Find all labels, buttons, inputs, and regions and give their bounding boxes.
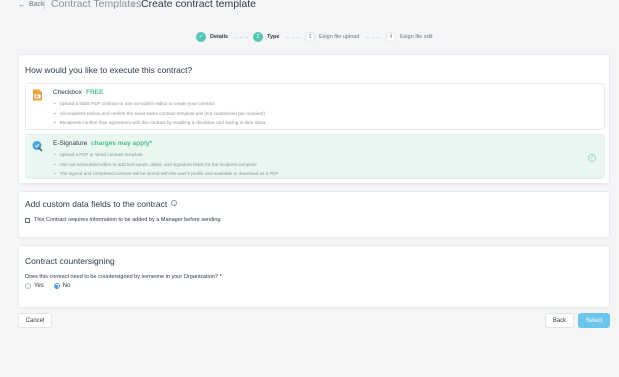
custom-fields-title: Add custom data fields to the contract <box>25 199 168 209</box>
breadcrumb-parent[interactable]: Contract Templates <box>51 0 141 10</box>
step-details[interactable]: ✓ Details <box>196 32 228 42</box>
manager-info-checkbox-row[interactable]: This Contract requires information to be… <box>25 217 221 223</box>
step-label: Details <box>210 34 229 40</box>
back-link[interactable]: ← Back <box>18 0 45 9</box>
breadcrumb-divider <box>44 0 45 10</box>
option-price-badge: FREE <box>86 89 104 96</box>
execute-card-title: How would you like to execute this contr… <box>25 65 193 75</box>
option-esignature[interactable]: E-Signature charges may apply* Upload a … <box>25 134 605 179</box>
step-number: 4 <box>386 32 396 42</box>
back-button[interactable]: Back <box>545 313 574 328</box>
option-checkbox[interactable]: Checkbox FREE Upload a static PDF contra… <box>25 83 605 130</box>
option-price-badge: charges may apply* <box>91 140 153 147</box>
radio-no[interactable]: No <box>53 283 71 289</box>
list-item: All recipients review and confirm the ex… <box>54 109 266 119</box>
step-number: 2 <box>253 32 263 42</box>
manager-info-checkbox[interactable] <box>25 217 30 223</box>
selected-check-icon: ✓ <box>588 154 596 162</box>
option-name: Checkbox <box>53 89 82 96</box>
info-icon[interactable]: i <box>171 200 178 206</box>
page-title: Create contract template <box>141 0 256 10</box>
step-label: Esign file upload <box>319 34 360 40</box>
step-label: Esign file edit <box>400 34 433 40</box>
step-label: Type <box>267 34 280 40</box>
top-bar: ← Back Contract Templates › Create contr… <box>0 0 619 12</box>
option-name: E-Signature <box>53 140 88 147</box>
step-connector <box>234 37 248 38</box>
step-type[interactable]: 2 Type <box>253 32 279 42</box>
select-button[interactable]: Select <box>578 313 610 328</box>
countersign-title: Contract countersigning <box>25 256 115 266</box>
option-bullet-list: Upload a PDF or Word contract template U… <box>54 150 279 179</box>
radio-button-yes[interactable] <box>25 283 31 289</box>
step-connector <box>366 37 380 38</box>
radio-button-no[interactable] <box>53 283 60 289</box>
cancel-button[interactable]: Cancel <box>18 313 52 328</box>
chevron-right-icon: › <box>132 0 135 9</box>
back-link-label: Back <box>29 1 45 8</box>
list-item: The signed and completed contract will b… <box>54 169 279 179</box>
step-esign-file-upload[interactable]: 3 Esign file upload <box>305 32 359 42</box>
step-check-icon: ✓ <box>196 32 206 42</box>
step-connector <box>286 37 300 38</box>
radio-label: Yes <box>34 283 44 289</box>
pdf-document-icon <box>33 89 42 101</box>
execute-card: How would you like to execute this contr… <box>18 54 610 184</box>
option-bullet-list: Upload a static PDF contract or use our … <box>54 99 266 128</box>
step-number: 3 <box>305 32 315 42</box>
list-item: Use our embedded editor to add text inpu… <box>54 160 279 170</box>
arrow-left-icon: ← <box>18 0 26 9</box>
stepper: ✓ Details 2 Type 3 Esign file upload 4 E… <box>196 32 436 43</box>
checkbox-label: This Contract requires information to be… <box>34 217 221 223</box>
radio-yes[interactable]: Yes <box>25 283 44 289</box>
esignature-icon <box>32 141 43 152</box>
countersign-radio-group: Yes No <box>25 283 80 289</box>
countersign-question: Does this contract need to be countersig… <box>25 274 222 280</box>
list-item: Upload a PDF or Word contract template <box>54 150 279 160</box>
radio-label: No <box>62 283 71 289</box>
list-item: Upload a static PDF contract or use our … <box>54 99 266 109</box>
custom-fields-card: Add custom data fields to the contract i … <box>18 191 610 238</box>
step-esign-file-edit[interactable]: 4 Esign file edit <box>386 32 433 42</box>
list-item: Recipients confirm their agreement with … <box>54 118 266 128</box>
custom-fields-title-row: Add custom data fields to the contract i <box>25 199 178 209</box>
countersign-card: Contract countersigning Does this contra… <box>18 245 610 308</box>
